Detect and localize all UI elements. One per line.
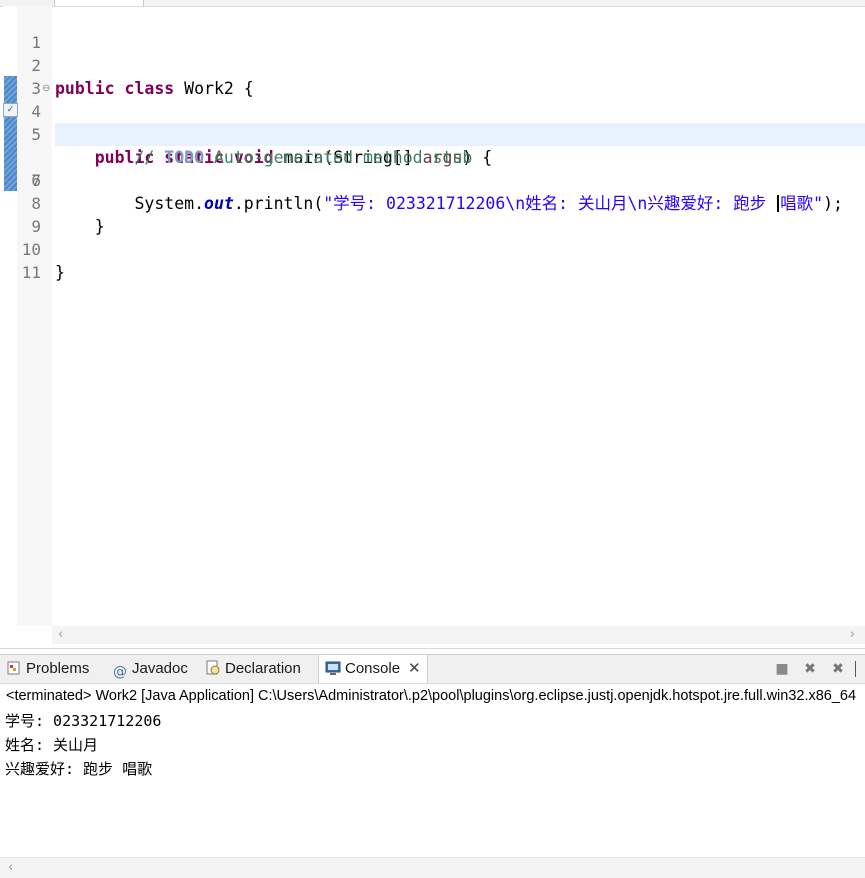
code-line: 10 } (0, 215, 865, 282)
javadoc-icon: @ (113, 664, 127, 680)
tab-declaration[interactable]: Declaration (205, 655, 301, 683)
declaration-icon (206, 660, 220, 675)
code-line: 11 (0, 238, 865, 282)
output-line: 兴趣爱好: 跑步 唱歌 (5, 760, 153, 778)
scroll-left-icon[interactable]: ‹ (58, 626, 63, 644)
tab-problems[interactable]: Problems (6, 655, 89, 683)
console-icon (325, 661, 341, 675)
editor-tab[interactable] (54, 0, 144, 6)
close-icon[interactable]: ✕ (408, 655, 421, 683)
code-line: 1 (0, 8, 865, 52)
line-number: 11 (21, 263, 41, 282)
editor-horizontal-scrollbar[interactable]: ‹ › (52, 626, 865, 644)
output-line: 姓名: 关山月 (5, 736, 99, 754)
code-line: 5 // TODO Auto-generated method stub (0, 100, 865, 167)
scroll-left-icon[interactable]: ‹ (8, 858, 13, 878)
scroll-right-icon[interactable]: › (850, 626, 855, 644)
console-output[interactable]: 学号: 023321712206 姓名: 关山月 兴趣爱好: 跑步 唱歌 (5, 709, 860, 781)
console-view: Problems @ Javadoc Declaration Console ✕ ■… (0, 654, 865, 878)
console-launch-description: <terminated> Work2 [Java Application] C:… (0, 685, 865, 707)
problems-icon (7, 661, 20, 675)
fold-collapse-icon[interactable]: ⊖ (42, 77, 50, 100)
code-editor[interactable]: ✓ 1 2 public class Work2 { 3 4 ⊖ public … (0, 0, 865, 649)
editor-tab-strip (0, 0, 865, 7)
code-line: 8 } (0, 169, 865, 236)
console-horizontal-scrollbar[interactable]: ‹ (0, 857, 865, 878)
output-line: 学号: 023321712206 (5, 712, 162, 730)
remove-launch-icon[interactable]: ✖ (801, 660, 819, 678)
terminate-icon[interactable]: ■ (773, 660, 791, 678)
current-line-highlight (55, 123, 865, 146)
tab-console[interactable]: Console ✕ (318, 655, 428, 683)
code-line: 2 public class Work2 { (0, 31, 865, 98)
code-line-current: 6 System.out.println("学号: 023321712206\n… (0, 123, 865, 213)
code-line: 3 (0, 54, 865, 98)
code-line: 4 ⊖ public static void main(String[] arg… (0, 77, 865, 167)
remove-all-terminated-icon[interactable]: ✖ (829, 660, 847, 678)
view-tab-bar: Problems @ Javadoc Declaration Console ✕ ■… (0, 655, 865, 684)
code-line: 7 (0, 146, 865, 190)
code-lines: 1 2 public class Work2 { 3 4 ⊖ public st… (0, 8, 865, 282)
tab-javadoc[interactable]: @ Javadoc (112, 655, 188, 683)
toolbar-separator (855, 661, 856, 677)
code-line: 9 (0, 192, 865, 236)
